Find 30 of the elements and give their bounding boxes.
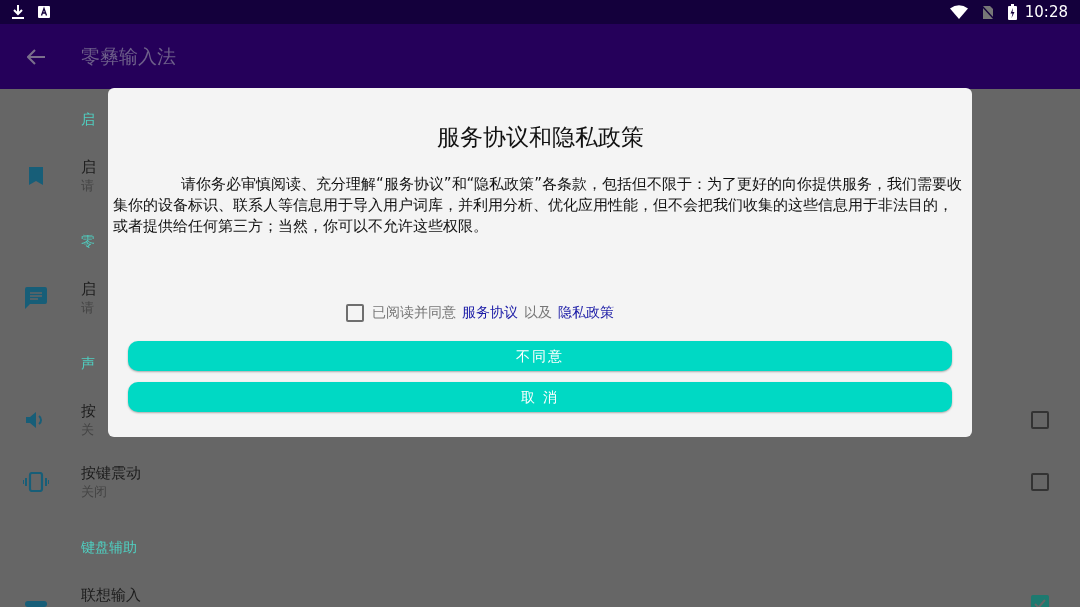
conjunction-text: 以及 bbox=[524, 303, 552, 322]
section-header: 启 bbox=[81, 109, 95, 129]
setting-title: 启 bbox=[81, 157, 96, 177]
clock-time: 10:28 bbox=[1024, 1, 1068, 23]
setting-title: 启 bbox=[81, 279, 96, 299]
agree-label: 已阅读并同意 bbox=[372, 303, 456, 322]
app-title: 零彝输入法 bbox=[81, 44, 176, 70]
checkbox[interactable] bbox=[1031, 473, 1049, 491]
agree-checkbox[interactable] bbox=[346, 303, 364, 322]
section-header: 键盘辅助 bbox=[81, 537, 137, 557]
setting-title: 按键震动 bbox=[81, 463, 141, 483]
dialog-title: 服务协议和隐私政策 bbox=[435, 123, 645, 152]
message-icon bbox=[24, 287, 47, 309]
setting-title: 按 bbox=[81, 401, 96, 421]
privacy-link[interactable]: 隐私政策 bbox=[558, 302, 614, 323]
wifi-icon bbox=[949, 5, 968, 19]
setting-title: 联想输入 bbox=[81, 585, 141, 605]
no-sim-icon bbox=[981, 4, 994, 20]
bookmark-icon bbox=[28, 167, 43, 185]
agreement-text: 请你务必审慎阅读、充分理解“服务协议”和“隐私政策”各条款，包括但不限于：为了更好的向你提供服务，我们需要收集你的设备标识、联系人等信息用于导入用户词库，并利用分析、优化应用性能，但不会把我们收集的这些信息用于非法目的，或者提供给任何第三方；当然，你可以不允许这些权限。 bbox=[112, 174, 964, 237]
section-header: 声 bbox=[81, 353, 95, 373]
download-icon bbox=[12, 5, 24, 19]
keyboard-letter-icon bbox=[38, 6, 50, 18]
vibration-icon bbox=[22, 472, 49, 492]
back-arrow-icon[interactable] bbox=[27, 48, 45, 65]
battery-charging-icon bbox=[1007, 4, 1017, 20]
terms-link[interactable]: 服务协议 bbox=[462, 302, 518, 323]
checkbox[interactable] bbox=[1031, 411, 1049, 429]
section-header: 零 bbox=[81, 231, 95, 251]
dots-icon bbox=[24, 601, 47, 607]
